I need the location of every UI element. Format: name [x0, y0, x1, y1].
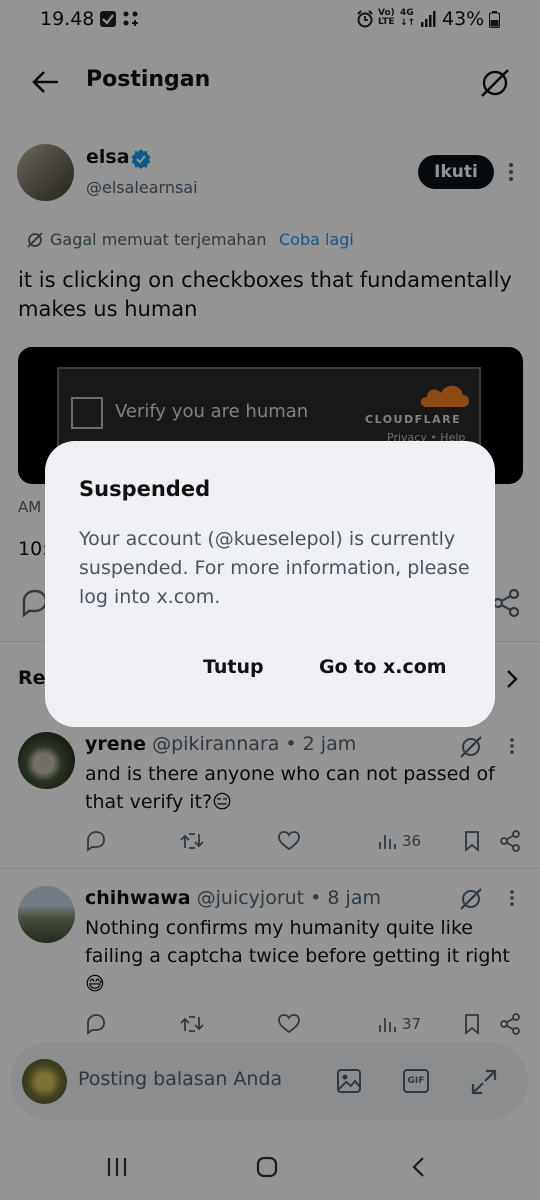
dialog-title: Suspended — [79, 477, 211, 501]
close-button[interactable]: Tutup — [203, 656, 264, 678]
dialog-message: Your account (@kueselepol) is currently … — [79, 528, 470, 608]
suspended-dialog: Suspended Your account (@kueselepol) is … — [45, 441, 495, 727]
go-to-x-button[interactable]: Go to x.com — [319, 656, 447, 678]
